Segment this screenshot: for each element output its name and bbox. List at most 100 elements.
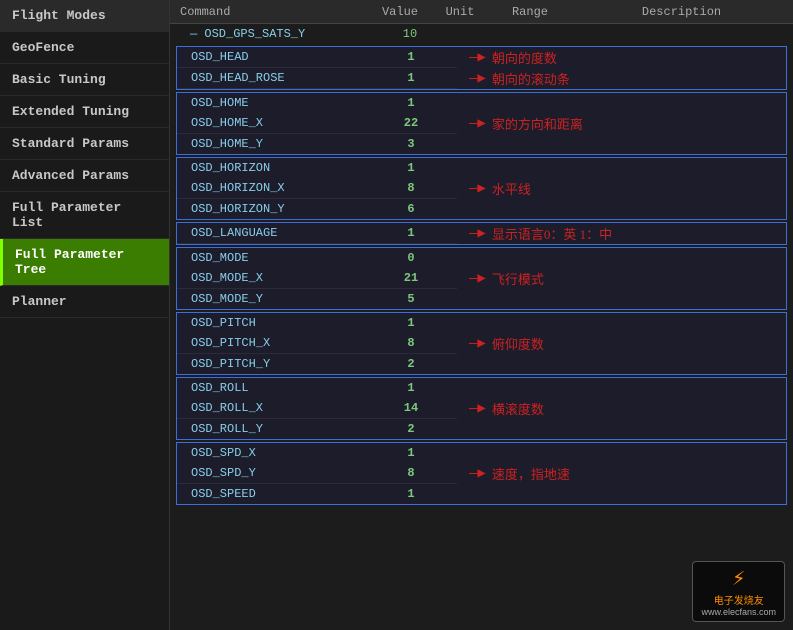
row-wrapper: OSD_HOME_X22 —▶家的方向和距离 [177, 113, 786, 134]
param-value: 3 [381, 137, 441, 151]
annotation: —▶朝向的滚动条 [465, 69, 570, 88]
param-row[interactable]: OSD_MODE0 [177, 248, 457, 268]
param-command: OSD_ROLL [181, 381, 381, 395]
annotation-text: 朝向的度数 [492, 48, 557, 67]
param-row[interactable]: OSD_PITCH1 [177, 313, 457, 333]
param-row[interactable]: OSD_ROLL1 [177, 378, 457, 398]
param-command: OSD_SPD_Y [181, 466, 381, 480]
param-value: 1 [381, 487, 441, 501]
top-group-value: 10 [380, 27, 440, 41]
row-wrapper: OSD_HEAD_ROSE1 —▶朝向的滚动条 [177, 68, 786, 89]
param-command: OSD_MODE_X [181, 271, 381, 285]
sidebar-item-full-parameter-list[interactable]: Full Parameter List [0, 192, 169, 239]
row-wrapper: OSD_PITCH1 [177, 313, 786, 333]
param-row[interactable]: OSD_SPD_X1 [177, 443, 457, 463]
param-group-head-group: OSD_HEAD1 —▶ 朝向的度数 OSD_HEAD_ROSE1 —▶朝向的滚动条 [176, 46, 787, 90]
param-command: OSD_LANGUAGE [181, 226, 381, 240]
annotation: —▶ 飞行模式 [465, 269, 544, 288]
param-value: 8 [381, 181, 441, 195]
arrow-icon: —▶ [469, 180, 486, 197]
param-command: OSD_HORIZON_Y [181, 202, 381, 216]
param-value: 1 [381, 381, 441, 395]
param-row[interactable]: OSD_PITCH_Y2 [177, 354, 457, 374]
param-command: OSD_HEAD [181, 50, 381, 64]
arrow-icon: —▶ [469, 49, 486, 66]
row-wrapper: OSD_ROLL1 [177, 378, 786, 398]
groups-container: OSD_HEAD1—▶朝向的度数OSD_HEAD_ROSE1—▶朝向的滚动条OS… [170, 46, 793, 505]
row-wrapper: OSD_ROLL_Y2 [177, 419, 786, 439]
table-body[interactable]: — OSD_GPS_SATS_Y 10 OSD_HEAD1—▶朝向的度数OSD_… [170, 24, 793, 630]
param-command: OSD_ROLL_X [181, 401, 381, 415]
arrow-icon: —▶ [469, 270, 486, 287]
param-row[interactable]: OSD_HEAD_ROSE1 [177, 68, 457, 89]
param-row[interactable]: OSD_SPD_Y8 [177, 463, 457, 484]
arrow-icon: —▶ [469, 400, 486, 417]
param-row[interactable]: OSD_MODE_Y5 [177, 289, 457, 309]
param-row[interactable]: OSD_HOME_Y3 [177, 134, 457, 154]
arrow-icon: —▶ [469, 465, 486, 482]
annotation-text: 速度，指地速 [492, 464, 570, 483]
param-command: OSD_HOME_Y [181, 137, 381, 151]
row-wrapper: OSD_MODE0 [177, 248, 786, 268]
param-value: 8 [381, 336, 441, 350]
top-group-command: — OSD_GPS_SATS_Y [180, 27, 380, 41]
param-row[interactable]: OSD_HOME1 [177, 93, 457, 113]
sidebar-item-flight-modes[interactable]: Flight Modes [0, 0, 169, 32]
annotation: —▶家的方向和距离 [465, 114, 583, 133]
watermark: ⚡ 电子发烧友 www.elecfans.com [692, 561, 785, 622]
sidebar-item-extended-tuning[interactable]: Extended Tuning [0, 96, 169, 128]
param-command: OSD_SPD_X [181, 446, 381, 460]
sidebar-item-planner[interactable]: Planner [0, 286, 169, 318]
annotation-text: 家的方向和距离 [492, 114, 583, 133]
param-row[interactable]: OSD_HORIZON1 [177, 158, 457, 178]
param-row[interactable]: OSD_ROLL_X14 [177, 398, 457, 419]
annotation: —▶俯仰度数 [465, 334, 544, 353]
row-wrapper: OSD_HORIZON_Y6 [177, 199, 786, 219]
header-range: Range [490, 5, 570, 19]
sidebar-item-standard-params[interactable]: Standard Params [0, 128, 169, 160]
param-row[interactable]: OSD_HORIZON_X8 [177, 178, 457, 199]
row-wrapper: OSD_HORIZON_X8—▶水平线 [177, 178, 786, 199]
param-row[interactable]: OSD_ROLL_Y2 [177, 419, 457, 439]
param-command: OSD_MODE [181, 251, 381, 265]
param-value: 2 [381, 422, 441, 436]
main-content: Command Value Unit Range Description — O… [170, 0, 793, 630]
param-command: OSD_SPEED [181, 487, 381, 501]
param-row[interactable]: OSD_HEAD1 [177, 47, 457, 68]
param-row[interactable]: OSD_PITCH_X8 [177, 333, 457, 354]
sidebar: Flight ModesGeoFenceBasic TuningExtended… [0, 0, 170, 630]
param-row[interactable]: OSD_HOME_X22 [177, 113, 457, 134]
row-wrapper: OSD_MODE_Y5 [177, 289, 786, 309]
row-wrapper: OSD_HORIZON1 [177, 158, 786, 178]
param-command: OSD_HOME [181, 96, 381, 110]
param-command: OSD_ROLL_Y [181, 422, 381, 436]
param-value: 2 [381, 357, 441, 371]
row-wrapper: OSD_SPD_X1 [177, 443, 786, 463]
param-command: OSD_PITCH_Y [181, 357, 381, 371]
param-row[interactable]: OSD_HORIZON_Y6 [177, 199, 457, 219]
watermark-icon: ⚡ [701, 566, 776, 592]
row-wrapper: OSD_HOME1 [177, 93, 786, 113]
param-row[interactable]: OSD_SPEED1 [177, 484, 457, 504]
annotation-text: 横滚度数 [492, 399, 544, 418]
param-group-home-group: OSD_HOME1OSD_HOME_X22 —▶家的方向和距离 OSD_HOME_Y… [176, 92, 787, 155]
watermark-name: 电子发烧友 [701, 592, 776, 607]
param-value: 1 [381, 50, 441, 64]
param-group-mode-group: OSD_MODE0OSD_MODE_X21 —▶ 飞行模式 OSD_MODE_Y5 [176, 247, 787, 310]
header-description: Description [570, 5, 793, 19]
param-row[interactable]: OSD_LANGUAGE1 [177, 223, 457, 244]
param-row[interactable]: OSD_MODE_X21 [177, 268, 457, 289]
param-value: 1 [381, 316, 441, 330]
row-wrapper: OSD_MODE_X21 —▶ 飞行模式 [177, 268, 786, 289]
annotation: —▶ 横滚度数 [465, 399, 544, 418]
sidebar-item-full-parameter-tree[interactable]: Full Parameter Tree [0, 239, 169, 286]
param-command: OSD_MODE_Y [181, 292, 381, 306]
row-wrapper: OSD_SPD_Y8 —▶ 速度，指地速 [177, 463, 786, 484]
annotation-text: 显示语言0：英 1：中 [492, 224, 612, 243]
sidebar-item-geofence[interactable]: GeoFence [0, 32, 169, 64]
annotation-text: 飞行模式 [492, 269, 544, 288]
param-value: 1 [381, 446, 441, 460]
sidebar-item-advanced-params[interactable]: Advanced Params [0, 160, 169, 192]
table-header: Command Value Unit Range Description [170, 0, 793, 24]
sidebar-item-basic-tuning[interactable]: Basic Tuning [0, 64, 169, 96]
